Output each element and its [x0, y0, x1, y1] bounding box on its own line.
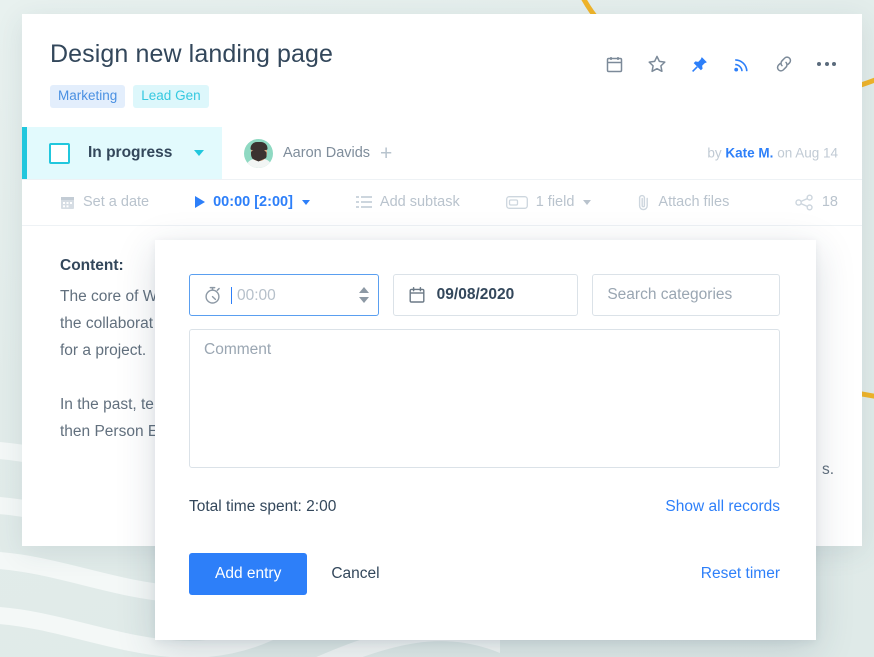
comment-textarea[interactable]: Comment: [189, 329, 780, 468]
link-icon[interactable]: [774, 54, 794, 74]
meta-suffix: on Aug 14: [777, 145, 838, 161]
reset-timer-link[interactable]: Reset timer: [701, 565, 780, 583]
totals-row: Total time spent: 2:00 Show all records: [189, 498, 780, 516]
pin-icon[interactable]: [690, 55, 709, 74]
add-assignee-icon[interactable]: +: [380, 143, 392, 164]
stopwatch-icon: [205, 286, 220, 304]
timer-input-value: 00:00: [231, 286, 350, 304]
category-placeholder: Search categories: [607, 286, 733, 303]
timer-stepper[interactable]: [358, 287, 369, 303]
meta-user-link[interactable]: Kate M.: [725, 146, 773, 161]
field-icon: [505, 195, 528, 209]
show-all-records-link[interactable]: Show all records: [665, 498, 780, 516]
more-options-icon[interactable]: [817, 62, 836, 66]
star-icon[interactable]: [647, 54, 667, 74]
paperclip-icon: [639, 194, 649, 210]
subtask-list-icon: [355, 196, 372, 209]
calendar-icon: [409, 287, 425, 303]
tag-lead-gen[interactable]: Lead Gen: [133, 85, 209, 108]
chevron-down-icon[interactable]: [194, 150, 204, 157]
add-subtask-label: Add subtask: [379, 194, 460, 211]
tag-marketing[interactable]: Marketing: [50, 85, 126, 108]
share-button[interactable]: 18: [795, 194, 838, 211]
timer-input[interactable]: 00:00: [189, 274, 379, 316]
category-search-input[interactable]: Search categories: [592, 274, 780, 316]
share-count: 18: [821, 194, 838, 211]
calendar-icon[interactable]: [605, 55, 624, 74]
task-meta: by Kate M. on Aug 14: [707, 146, 838, 161]
total-time-label: Total time spent: 2:00: [189, 498, 337, 515]
add-entry-button[interactable]: Add entry: [189, 553, 308, 595]
status-checkbox[interactable]: [49, 142, 70, 164]
tag-row: Marketing Lead Gen: [50, 85, 834, 108]
time-entry-modal: 00:00 09/08/2020 Search categories Comme…: [155, 240, 816, 640]
stepper-up-icon: [358, 287, 369, 293]
chevron-down-icon[interactable]: [301, 199, 310, 205]
modal-actions: Add entry Cancel Reset timer: [189, 553, 780, 595]
attach-files-button[interactable]: Attach files: [637, 194, 729, 211]
fields-label: 1 field: [535, 194, 575, 211]
modal-input-row: 00:00 09/08/2020 Search categories: [189, 274, 780, 316]
fields-dropdown[interactable]: 1 field: [505, 194, 592, 211]
avatar[interactable]: [244, 138, 273, 168]
assignee-group: Aaron Davids +: [244, 138, 392, 168]
status-dropdown[interactable]: In progress: [22, 127, 222, 180]
comment-placeholder: Comment: [204, 341, 272, 358]
calendar-small-icon: [61, 196, 74, 209]
header-icon-bar: [605, 54, 836, 74]
set-date-button[interactable]: Set a date: [60, 194, 149, 210]
timer-label: 00:00 [2:00]: [213, 194, 293, 211]
status-label: In progress: [88, 144, 173, 162]
chevron-down-icon[interactable]: [583, 199, 592, 205]
cancel-button[interactable]: Cancel: [331, 565, 379, 583]
task-toolbar: Set a date 00:00 [2:00] Add subtask 1 fi…: [22, 180, 862, 226]
date-value: 09/08/2020: [436, 286, 515, 303]
content-tail-fragment: s.: [821, 461, 834, 478]
add-subtask-button[interactable]: Add subtask: [355, 194, 460, 211]
date-input[interactable]: 09/08/2020: [392, 274, 579, 316]
attach-files-label: Attach files: [658, 194, 730, 211]
set-date-label: Set a date: [83, 194, 150, 211]
play-icon[interactable]: [195, 196, 206, 209]
status-row: In progress Aaron Davids + by Kate M. on…: [22, 127, 862, 180]
meta-prefix: by: [707, 145, 722, 161]
assignee-name: Aaron Davids: [283, 145, 371, 162]
timer-button[interactable]: 00:00 [2:00]: [195, 194, 310, 210]
stepper-down-icon: [358, 297, 369, 303]
share-network-icon: [795, 194, 813, 211]
follow-feed-icon[interactable]: [732, 55, 751, 74]
